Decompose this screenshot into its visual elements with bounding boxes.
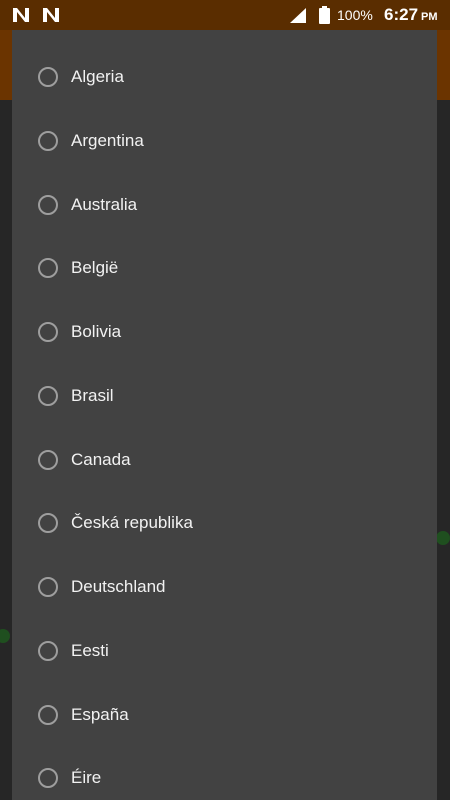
radio-button[interactable] <box>38 450 58 470</box>
country-option[interactable]: Deutschland <box>12 555 437 619</box>
notification-n-icon <box>13 8 29 22</box>
country-option[interactable]: België <box>12 236 437 300</box>
radio-button[interactable] <box>38 705 58 725</box>
notification-n-icon <box>43 8 59 22</box>
status-bar: 100% 6:27 PM <box>0 0 450 30</box>
background-badge <box>436 531 450 545</box>
radio-button[interactable] <box>38 641 58 661</box>
status-clock: 6:27 PM <box>384 5 438 25</box>
radio-button[interactable] <box>38 577 58 597</box>
country-option[interactable]: Argentina <box>12 109 437 173</box>
signal-icon <box>290 8 306 23</box>
country-select-dialog: Algeria Argentina Australia België Boliv… <box>12 30 437 800</box>
country-option[interactable]: Brasil <box>12 364 437 428</box>
radio-button[interactable] <box>38 195 58 215</box>
country-option[interactable]: Australia <box>12 173 437 237</box>
country-option[interactable]: España <box>12 683 437 747</box>
country-option[interactable]: Canada <box>12 428 437 492</box>
country-option-label: Eesti <box>71 641 109 660</box>
country-option-label: Algeria <box>71 67 124 86</box>
radio-button[interactable] <box>38 322 58 342</box>
country-option[interactable]: Česká republika <box>12 491 437 555</box>
radio-button[interactable] <box>38 386 58 406</box>
country-option-label: Canada <box>71 450 131 469</box>
clock-ampm: PM <box>421 11 438 23</box>
radio-button[interactable] <box>38 258 58 278</box>
country-option-label: Bolivia <box>71 322 122 341</box>
country-option[interactable]: Éire <box>12 746 437 800</box>
battery-icon <box>319 6 330 24</box>
clock-time: 6:27 <box>384 5 419 24</box>
country-option-label: België <box>71 258 119 277</box>
country-option-label: Éire <box>71 768 102 787</box>
country-option[interactable]: Eesti <box>12 619 437 683</box>
radio-button[interactable] <box>38 67 58 87</box>
country-option-label: Argentina <box>71 131 144 150</box>
country-option[interactable]: Algeria <box>12 45 437 109</box>
battery-percentage: 100% <box>337 7 373 23</box>
radio-button[interactable] <box>38 131 58 151</box>
country-option-label: Česká republika <box>71 513 193 532</box>
country-option[interactable]: Bolivia <box>12 300 437 364</box>
radio-button[interactable] <box>38 513 58 533</box>
country-option-label: Brasil <box>71 386 114 405</box>
country-option-label: Australia <box>71 195 138 214</box>
radio-button[interactable] <box>38 768 58 788</box>
country-option-label: España <box>71 705 129 724</box>
country-option-label: Deutschland <box>71 577 166 596</box>
